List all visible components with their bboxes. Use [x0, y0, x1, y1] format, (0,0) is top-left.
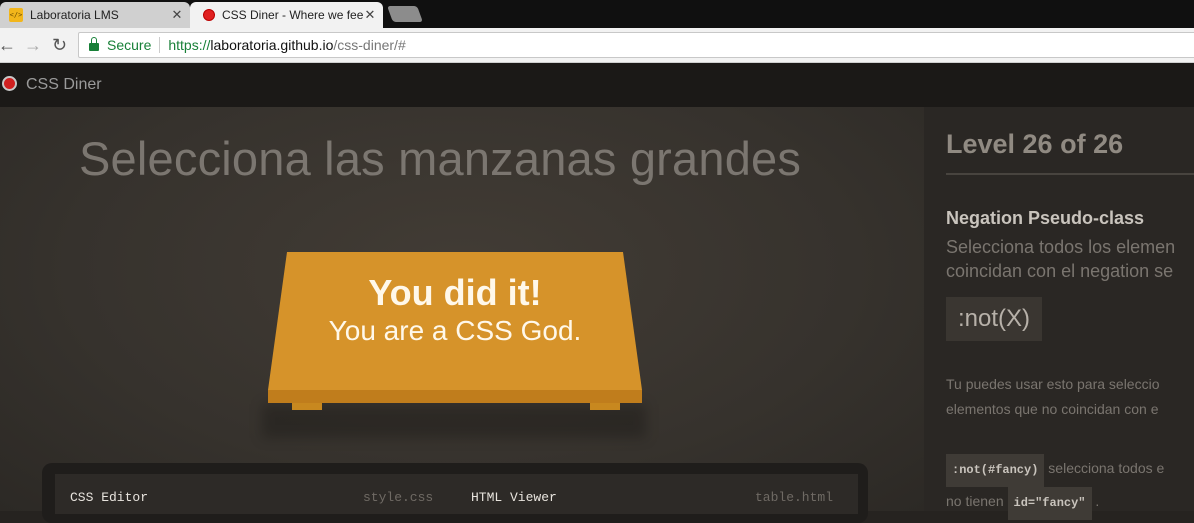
- level-indicator[interactable]: Level 26 of 26: [946, 129, 1123, 160]
- selector-example: :not(#fancy) selecciona todos e no tiene…: [946, 454, 1164, 520]
- divider: [159, 37, 161, 53]
- browser-tab-bar: </> Laboratoria LMS ✕ CSS Diner - Where …: [0, 0, 1194, 28]
- tab-laboratoria-lms[interactable]: </> Laboratoria LMS ✕: [0, 2, 190, 28]
- selector-syntax: :not(X): [946, 297, 1042, 341]
- new-tab-button[interactable]: [387, 6, 423, 22]
- secure-label: Secure: [107, 37, 152, 53]
- example-code: :not(#fancy): [946, 454, 1045, 487]
- app-header: [0, 63, 1194, 107]
- success-title: You did it!: [368, 272, 542, 313]
- description-line: coincidan con el negation se: [946, 261, 1174, 281]
- url-scheme: https://: [168, 37, 211, 53]
- html-file-name: table.html: [755, 490, 834, 505]
- back-arrow-icon[interactable]: ←: [0, 34, 16, 56]
- close-icon[interactable]: ✕: [170, 7, 184, 23]
- tab-css-diner[interactable]: CSS Diner - Where we feed on CSS ✕: [190, 2, 383, 28]
- address-bar[interactable]: Secure https://laboratoria.github.io/css…: [78, 32, 1194, 58]
- level-progress-rule: [946, 173, 1194, 175]
- success-subtitle: You are a CSS God.: [328, 315, 582, 346]
- tab-title: Laboratoria LMS: [30, 8, 119, 22]
- description-line: Selecciona todos los elemen: [946, 237, 1176, 257]
- url-host: laboratoria.github.io: [210, 37, 334, 53]
- forward-arrow-icon[interactable]: →: [24, 34, 42, 56]
- browser-toolbar: ← → ↻ Secure https://laboratoria.github.…: [0, 28, 1194, 63]
- selector-name: Negation Pseudo-class: [946, 208, 1145, 228]
- example-code: id="fancy": [1007, 487, 1092, 520]
- example-text: selecciona todos e: [1044, 460, 1165, 476]
- level-instruction: Selecciona las manzanas grandes: [79, 132, 802, 185]
- css-file-name: style.css: [363, 490, 434, 505]
- selector-description: Selecciona todos los elemen coincidan co…: [946, 235, 1175, 283]
- hint-line: Tu puedes usar esto para seleccio: [946, 376, 1160, 392]
- css-diner-icon: [203, 9, 215, 21]
- html-viewer-label: HTML Viewer: [471, 490, 557, 505]
- css-editor-label: CSS Editor: [70, 490, 149, 505]
- selector-hint: Tu puedes usar esto para seleccio elemen…: [946, 372, 1160, 422]
- lock-icon: [89, 37, 99, 51]
- example-text: .: [1091, 493, 1100, 509]
- hint-line: elementos que no coincidan con e: [946, 401, 1159, 417]
- css-diner-logo-icon: [2, 76, 17, 91]
- editor-header: [55, 474, 858, 514]
- app-title: CSS Diner: [26, 76, 102, 93]
- close-icon[interactable]: ✕: [363, 7, 377, 23]
- example-text: no tienen: [946, 493, 1008, 509]
- laboratoria-icon: </>: [9, 8, 23, 22]
- reload-icon[interactable]: ↻: [52, 34, 67, 56]
- url-path: /css-diner/#: [333, 37, 406, 53]
- tab-title: CSS Diner - Where we feed on CSS: [222, 8, 363, 22]
